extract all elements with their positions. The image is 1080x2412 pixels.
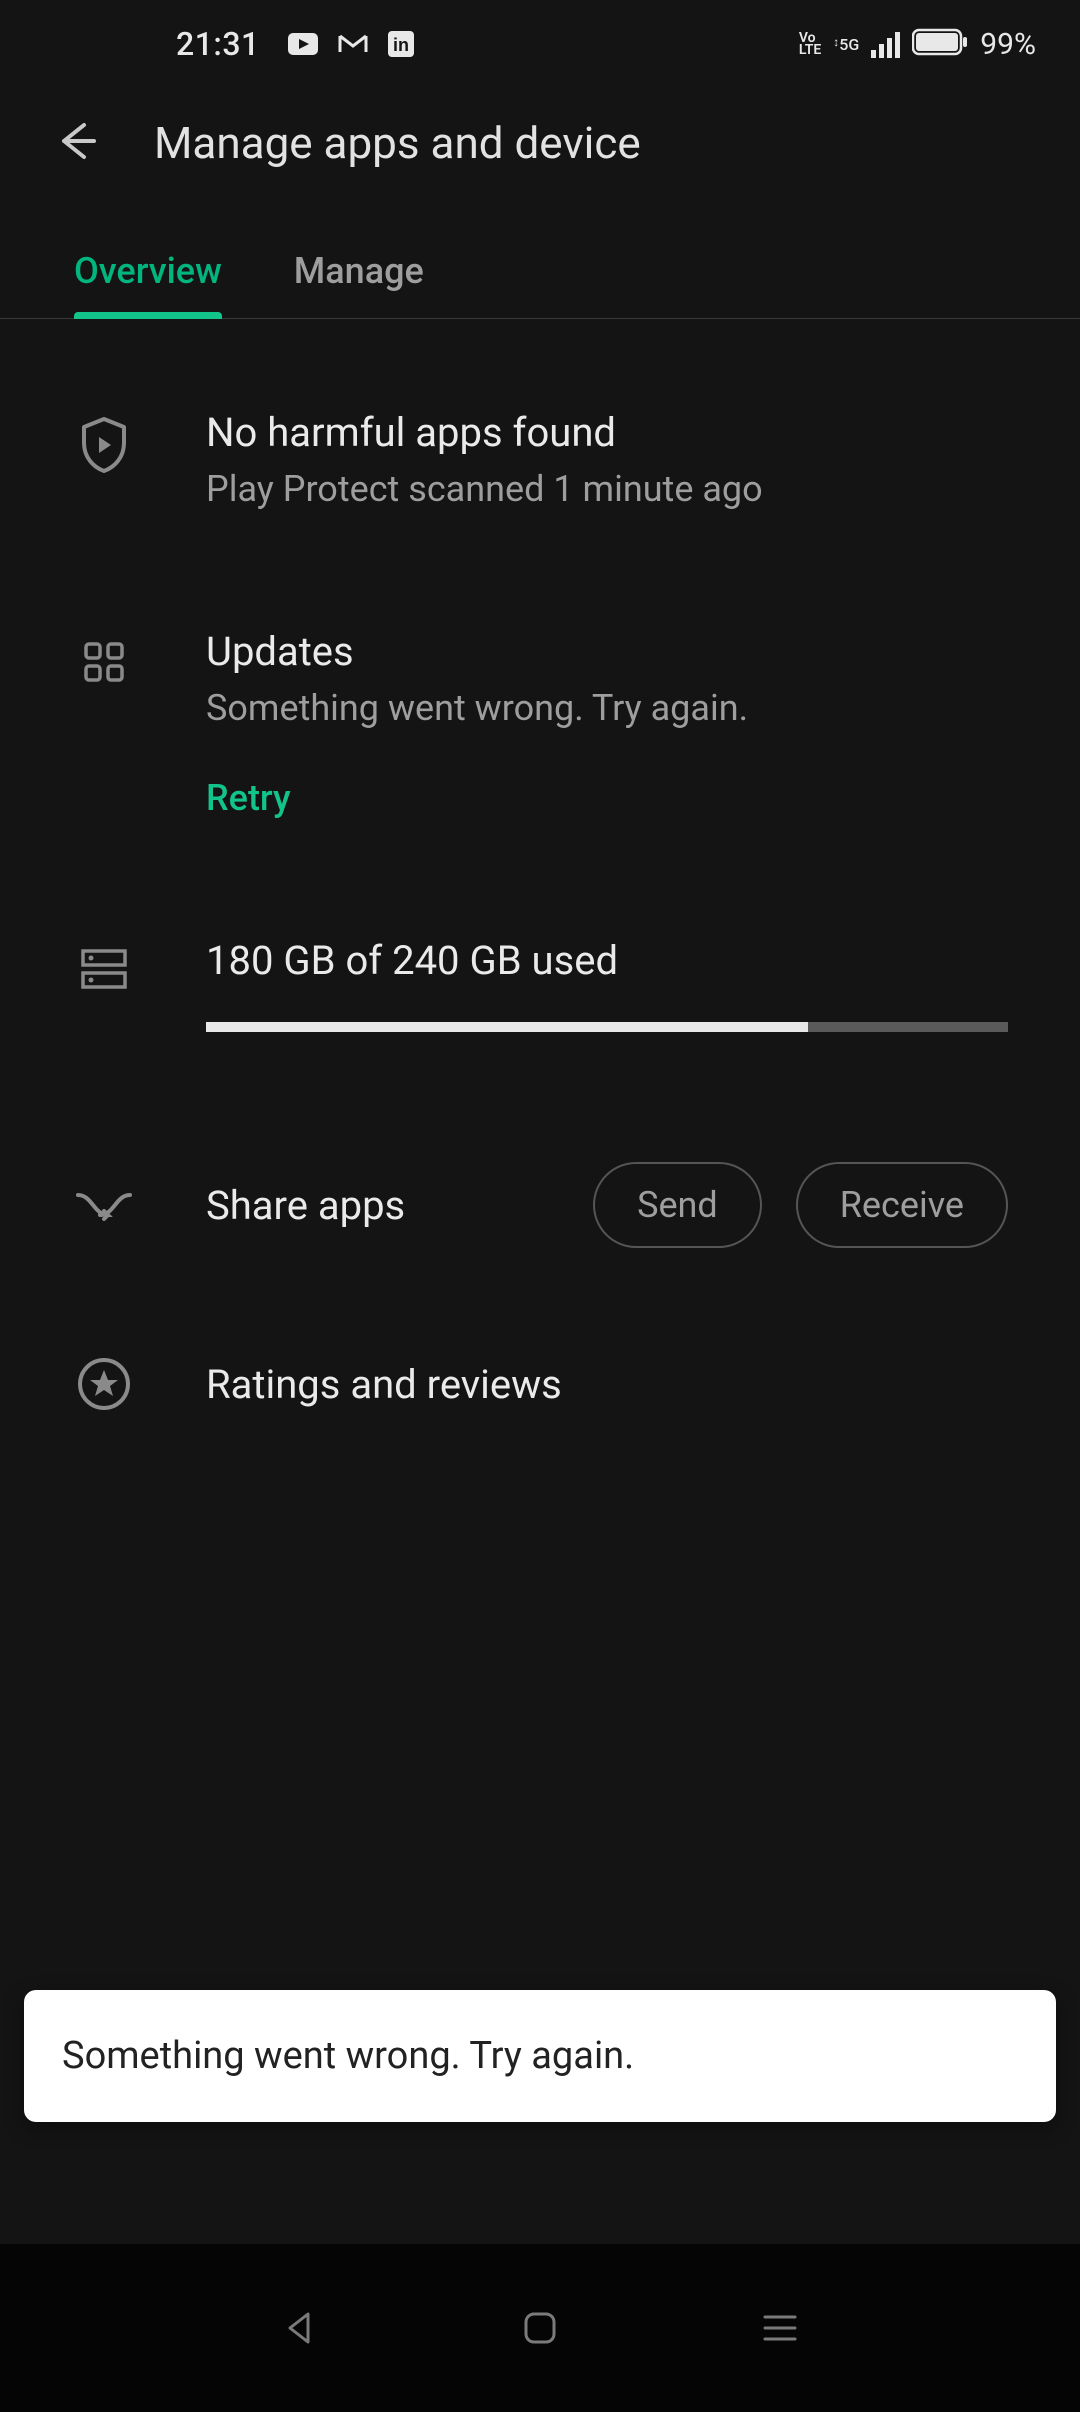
play-protect-subtitle: Play Protect scanned 1 minute ago: [206, 468, 1008, 510]
share-apps-title: Share apps: [206, 1182, 559, 1229]
share-icon: [72, 1185, 136, 1225]
ratings-row[interactable]: Ratings and reviews: [0, 1356, 1080, 1412]
battery-percent: 99%: [980, 27, 1036, 62]
status-left: 21:31 in: [176, 25, 414, 63]
storage-icon: [72, 945, 136, 993]
share-apps-row: Share apps Send Receive: [0, 1162, 1080, 1248]
signal-icon: [871, 30, 900, 58]
gmail-icon: [338, 32, 368, 56]
status-time: 21:31: [176, 25, 260, 63]
ratings-title: Ratings and reviews: [206, 1361, 1008, 1408]
apps-grid-icon: [72, 640, 136, 684]
snackbar: Something went wrong. Try again.: [24, 1990, 1056, 2122]
send-button[interactable]: Send: [593, 1162, 762, 1248]
storage-progress-fill: [206, 1022, 808, 1032]
network-5g-icon: ↕5G: [833, 35, 859, 54]
updates-subtitle: Something went wrong. Try again.: [206, 687, 1008, 729]
storage-row[interactable]: 180 GB of 240 GB used: [0, 937, 1080, 1032]
nav-back-button[interactable]: [272, 2300, 328, 2356]
nav-recents-button[interactable]: [752, 2300, 808, 2356]
linkedin-icon: in: [388, 31, 414, 57]
status-right: Vo LTE ↕5G 99%: [799, 27, 1036, 62]
youtube-icon: [288, 33, 318, 55]
tab-overview[interactable]: Overview: [74, 250, 222, 318]
receive-button[interactable]: Receive: [796, 1162, 1008, 1248]
updates-title: Updates: [206, 628, 1008, 675]
system-nav-bar: [0, 2244, 1080, 2412]
content: No harmful apps found Play Protect scann…: [0, 319, 1080, 1412]
page-title: Manage apps and device: [154, 117, 641, 169]
back-icon[interactable]: [54, 119, 98, 167]
play-protect-row[interactable]: No harmful apps found Play Protect scann…: [0, 409, 1080, 510]
storage-progress: [206, 1022, 1008, 1032]
battery-icon: [912, 28, 968, 60]
tabs: Overview Manage: [0, 250, 1080, 319]
retry-button[interactable]: Retry: [206, 777, 1008, 819]
svg-text:in: in: [393, 35, 409, 55]
play-protect-title: No harmful apps found: [206, 409, 1008, 456]
updates-row[interactable]: Updates Something went wrong. Try again.…: [0, 628, 1080, 819]
tab-manage[interactable]: Manage: [294, 250, 424, 318]
star-circle-icon: [72, 1356, 136, 1412]
snackbar-text: Something went wrong. Try again.: [62, 2034, 634, 2078]
app-bar: Manage apps and device: [0, 88, 1080, 198]
shield-play-icon: [72, 415, 136, 475]
volte-icon: Vo LTE: [799, 32, 821, 56]
status-bar: 21:31 in Vo LTE ↕5G 99%: [0, 0, 1080, 88]
storage-label: 180 GB of 240 GB used: [206, 937, 1008, 984]
nav-home-button[interactable]: [512, 2300, 568, 2356]
